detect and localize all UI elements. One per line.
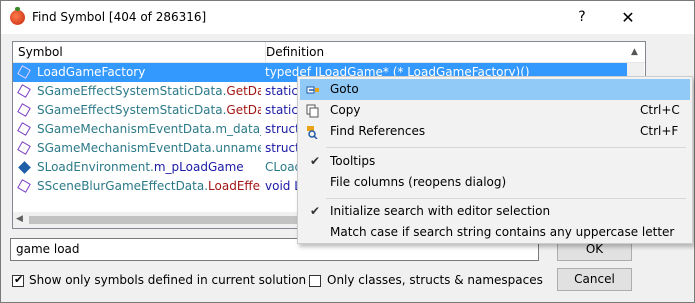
symbol-class: LoadGameFactory (37, 65, 146, 79)
symbol-member: unnamed_... (215, 141, 261, 155)
class-icon (17, 65, 31, 79)
close-button[interactable]: ✕ (605, 1, 651, 34)
symbol-member: LoadEffectP... (208, 179, 261, 193)
list-header: Symbol Definition ▲ (13, 42, 645, 63)
symbol-member: m_pLoadGame (153, 160, 244, 174)
field-icon (18, 161, 31, 174)
menu-item-label: Goto (330, 82, 359, 96)
window-title: Find Symbol [404 of 286316] (32, 10, 207, 24)
symbol-class: SGameEffectSystemStaticData. (37, 103, 227, 117)
show-only-solution-label[interactable]: Show only symbols defined in current sol… (29, 273, 306, 287)
menu-item-label: Match case if search string contains any… (330, 225, 675, 239)
column-header-symbol[interactable]: Symbol (13, 42, 266, 62)
show-only-solution-checkbox[interactable]: ✔ (12, 273, 24, 287)
title-bar: Find Symbol [404 of 286316] ? ✕ (1, 1, 694, 34)
column-header-definition[interactable]: Definition (261, 42, 626, 62)
class-icon (17, 122, 31, 136)
cancel-button[interactable]: Cancel (557, 268, 632, 291)
symbol-class: SGameMechanismEventData. (37, 122, 216, 136)
checkmark-icon: ✔ (14, 273, 24, 286)
help-button[interactable]: ? (559, 1, 605, 34)
class-icon (17, 84, 31, 98)
menu-item-goto[interactable]: Goto (300, 79, 690, 100)
checkmark-icon: ✔ (310, 204, 321, 218)
menu-separator (326, 147, 686, 148)
scroll-left-icon[interactable]: ◀ (16, 214, 23, 224)
menu-item-label: File columns (reopens dialog) (330, 175, 507, 189)
menu-item-label: Copy (330, 103, 361, 117)
menu-item-label: Tooltips (330, 154, 376, 168)
menu-item-find-references[interactable]: Find References Ctrl+F (300, 121, 690, 142)
menu-separator (326, 198, 686, 199)
symbol-class: SGameEffectSystemStaticData. (37, 84, 227, 98)
menu-item-shortcut: Ctrl+C (640, 103, 680, 117)
only-classes-label[interactable]: Only classes, structs & namespaces (327, 273, 543, 287)
menu-item-file-columns[interactable]: File columns (reopens dialog) (300, 172, 690, 193)
symbol-member: m_data_L... (215, 122, 261, 136)
menu-item-copy[interactable]: Copy Ctrl+C (300, 100, 690, 121)
menu-item-shortcut: Ctrl+F (640, 124, 679, 138)
symbol-class: SGameMechanismEventData. (37, 141, 216, 155)
scrollbar-thumb[interactable] (29, 216, 312, 224)
copy-icon (306, 104, 320, 118)
only-classes-checkbox[interactable] (309, 275, 321, 287)
context-menu: Goto Copy Ctrl+C Find References Ctrl+F … (297, 76, 693, 244)
goto-icon (306, 83, 320, 97)
class-icon (17, 141, 31, 155)
symbol-class: SSceneBlurGameEffectData. (37, 179, 209, 193)
menu-item-match-case[interactable]: Match case if search string contains any… (300, 222, 690, 243)
menu-item-tooltips[interactable]: ✔ Tooltips (300, 151, 690, 172)
menu-item-label: Find References (330, 124, 426, 138)
class-icon (17, 179, 31, 193)
class-icon (17, 103, 31, 117)
tomato-app-icon (10, 7, 25, 25)
symbol-class: SLoadEnvironment. (37, 160, 154, 174)
find-references-icon (306, 125, 320, 140)
symbol-member: GetDataL... (226, 84, 261, 98)
symbol-member: GetDataR... (226, 103, 261, 117)
menu-item-initialize-search[interactable]: ✔ Initialize search with editor selectio… (300, 201, 690, 222)
menu-item-label: Initialize search with editor selection (330, 204, 551, 218)
chevron-up-icon[interactable]: ▲ (631, 47, 638, 57)
checkmark-icon: ✔ (310, 154, 321, 168)
